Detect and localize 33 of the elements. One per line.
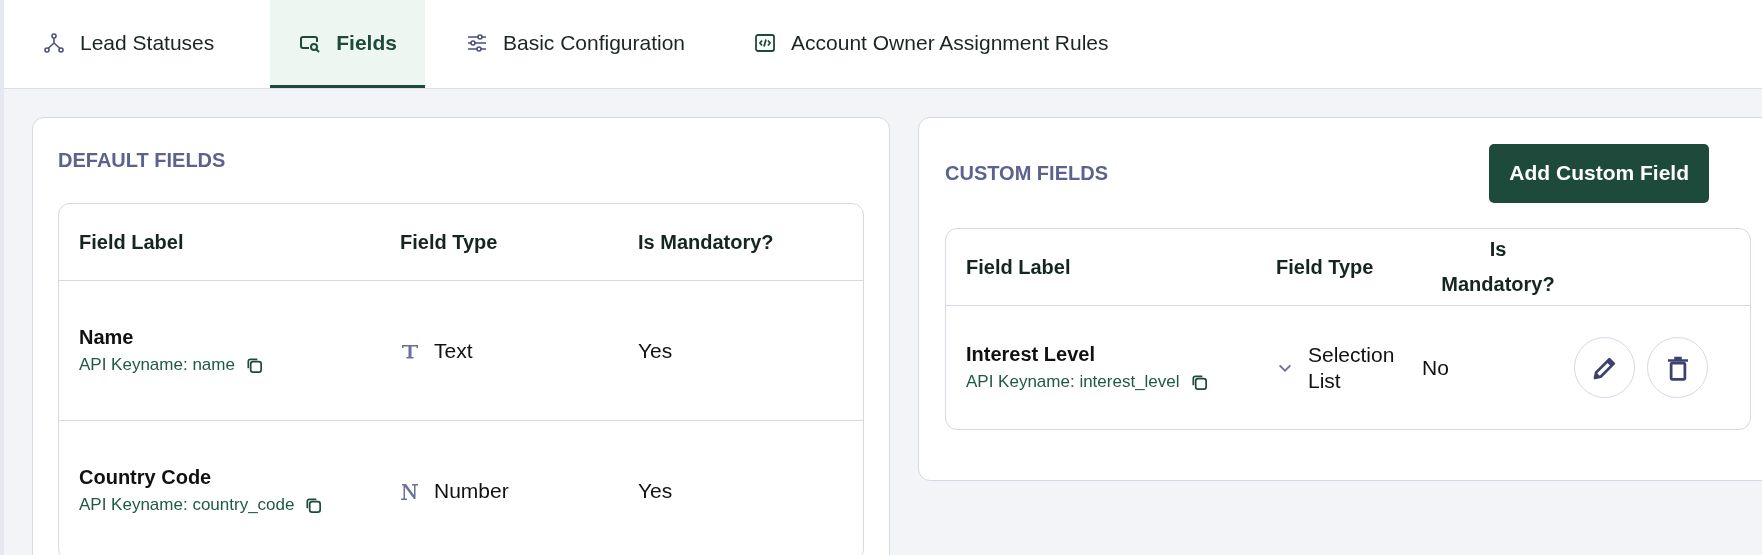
- tab-label: Fields: [336, 30, 397, 55]
- field-type: Number: [434, 478, 509, 503]
- mandatory-value: Yes: [638, 338, 674, 363]
- mandatory-value: Yes: [638, 478, 674, 503]
- tab[interactable]: Lead Statuses: [30, 0, 243, 88]
- field-label: Country Code: [79, 466, 213, 489]
- api-keyname: API Keyname: country_code: [79, 495, 295, 515]
- tab-label: Basic Configuration: [502, 30, 686, 55]
- tab-label: Lead Statuses: [80, 30, 215, 55]
- section-title: CUSTOM FIELDS: [945, 161, 1108, 185]
- column-header: Field Label: [79, 230, 185, 254]
- api-keyname: API Keyname: interest_level: [966, 372, 1180, 392]
- column-header: Field Type: [1276, 255, 1375, 279]
- copy-icon[interactable]: [304, 495, 324, 515]
- field-label: Interest Level: [966, 343, 1096, 366]
- tab[interactable]: Basic Configuration: [452, 0, 714, 88]
- tab[interactable]: Fields: [270, 0, 425, 88]
- field-type: Selection List: [1308, 342, 1396, 393]
- column-header: Is Mandatory?: [1440, 237, 1556, 297]
- field-type: Text: [434, 338, 473, 363]
- tab-label: Account Owner Assignment Rules: [791, 30, 1109, 55]
- column-header: Field Label: [966, 255, 1072, 279]
- tab[interactable]: Account Owner Assignment Rules: [741, 0, 1137, 88]
- api-keyname: API Keyname: name: [79, 355, 235, 375]
- copy-icon[interactable]: [1189, 372, 1209, 392]
- add-custom-field-button[interactable]: Add Custom Field: [1489, 143, 1709, 203]
- column-header: Field Type: [400, 230, 499, 254]
- section-title: DEFAULT FIELDS: [58, 149, 226, 172]
- mandatory-value: No: [1422, 355, 1450, 380]
- column-header: Is Mandatory?: [638, 230, 775, 254]
- field-label: Name: [79, 326, 135, 349]
- branches-icon: [42, 30, 66, 55]
- copy-icon[interactable]: [244, 355, 264, 375]
